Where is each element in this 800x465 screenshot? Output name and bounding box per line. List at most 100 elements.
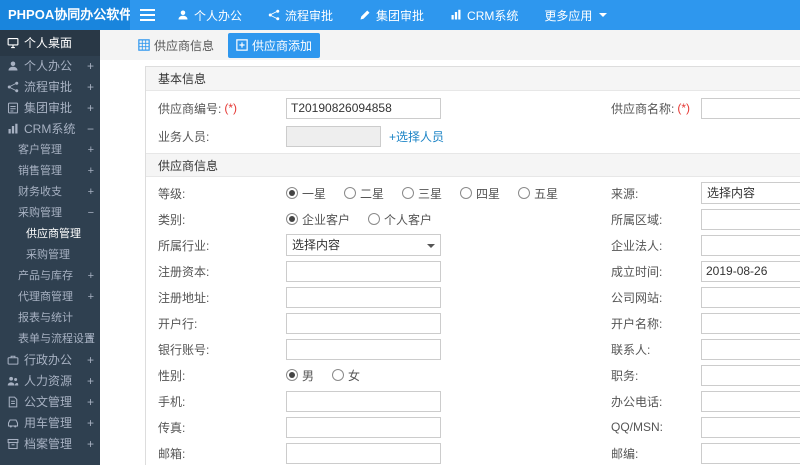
sidebar: 个人桌面 个人办公 + 流程审批 + 集团审批 + CRM系统 − 客户管理 +… bbox=[0, 30, 100, 465]
gender-option-male[interactable]: 男 bbox=[286, 367, 314, 384]
field-label: 注册资本: bbox=[158, 264, 210, 279]
choose-person-link[interactable]: +选择人员 bbox=[389, 128, 444, 145]
supplier-add-form: 基本信息 供应商编号: (*) 供应商名称: (*) 业务人员: bbox=[145, 66, 800, 465]
tab-supplier-add[interactable]: 供应商添加 bbox=[228, 32, 321, 58]
bank-account-input[interactable] bbox=[286, 338, 441, 360]
sidebar-item-finance[interactable]: 财务收支 + bbox=[0, 182, 100, 203]
reg-address-input[interactable] bbox=[286, 286, 441, 308]
expand-toggle[interactable]: + bbox=[88, 287, 94, 308]
approve-icon bbox=[7, 102, 19, 114]
expand-toggle[interactable]: + bbox=[88, 140, 94, 161]
form-row: 所属行业: 选择内容 企业法人: bbox=[146, 232, 800, 258]
sidebar-item-agent-mgmt[interactable]: 代理商管理 + bbox=[0, 287, 100, 308]
sidebar-item-label: 报表与统计 bbox=[18, 312, 73, 324]
sidebar-item-archives[interactable]: 档案管理 + bbox=[0, 434, 100, 455]
office-phone-input[interactable] bbox=[701, 390, 800, 412]
nav-more-apps[interactable]: 更多应用 bbox=[531, 0, 620, 30]
sidebar-item-label: 流程审批 bbox=[24, 80, 73, 94]
field-label: 所属区域: bbox=[611, 212, 663, 227]
field-label: 所属行业: bbox=[158, 238, 210, 253]
sidebar-item-label: 集团审批 bbox=[24, 101, 73, 115]
sidebar-item-label: 销售管理 bbox=[18, 165, 62, 177]
staff-input[interactable] bbox=[286, 125, 381, 147]
sidebar-item-label: 采购管理 bbox=[26, 249, 70, 261]
sidebar-item-documents[interactable]: 公文管理 + bbox=[0, 392, 100, 413]
form-row: 性别: 男 女 职务: bbox=[146, 362, 800, 388]
expand-toggle[interactable]: + bbox=[88, 329, 94, 350]
nav-crm-system[interactable]: CRM系统 bbox=[437, 0, 531, 30]
form-row: 手机: 办公电话: bbox=[146, 388, 800, 414]
mobile-input[interactable] bbox=[286, 390, 441, 412]
sidebar-item-sales-mgmt[interactable]: 销售管理 + bbox=[0, 161, 100, 182]
sidebar-item-customer-mgmt[interactable]: 客户管理 + bbox=[0, 140, 100, 161]
sidebar-item-label: CRM系统 bbox=[24, 122, 76, 136]
radio-icon bbox=[286, 187, 298, 199]
level-option-4star[interactable]: 四星 bbox=[460, 185, 500, 202]
level-option-2star[interactable]: 二星 bbox=[344, 185, 384, 202]
nav-group-approval[interactable]: 集团审批 bbox=[346, 0, 437, 30]
email-input[interactable] bbox=[286, 442, 441, 464]
expand-toggle[interactable]: + bbox=[87, 413, 94, 434]
sidebar-item-desktop[interactable]: 个人桌面 bbox=[0, 30, 100, 56]
source-select[interactable]: 选择内容 bbox=[701, 182, 800, 204]
expand-toggle[interactable]: + bbox=[88, 266, 94, 287]
category-option-personal[interactable]: 个人客户 bbox=[368, 211, 432, 228]
zip-input[interactable] bbox=[701, 442, 800, 464]
sidebar-item-group-approval[interactable]: 集团审批 + bbox=[0, 98, 100, 119]
top-nav: 个人办公 流程审批 集团审批 CRM系统 更多应用 bbox=[164, 0, 620, 30]
legal-person-input[interactable] bbox=[701, 234, 800, 256]
reg-capital-input[interactable] bbox=[286, 260, 441, 282]
industry-select[interactable]: 选择内容 bbox=[286, 234, 441, 256]
nav-process-approval[interactable]: 流程审批 bbox=[255, 0, 346, 30]
field-label: 手机: bbox=[158, 394, 186, 409]
job-title-input[interactable] bbox=[701, 364, 800, 386]
expand-toggle[interactable]: + bbox=[87, 77, 94, 98]
expand-toggle[interactable]: + bbox=[87, 98, 94, 119]
collapse-toggle[interactable]: − bbox=[88, 203, 94, 224]
sidebar-item-crm-system[interactable]: CRM系统 − bbox=[0, 119, 100, 140]
founded-date-input[interactable] bbox=[701, 260, 800, 282]
sidebar-item-personal-office[interactable]: 个人办公 + bbox=[0, 56, 100, 77]
sidebar-item-supplier-mgmt[interactable]: 供应商管理 bbox=[0, 224, 100, 245]
level-option-5star[interactable]: 五星 bbox=[518, 185, 558, 202]
sidebar-item-label: 表单与流程设置 bbox=[18, 333, 95, 345]
level-option-3star[interactable]: 三星 bbox=[402, 185, 442, 202]
category-option-enterprise[interactable]: 企业客户 bbox=[286, 211, 350, 228]
expand-toggle[interactable]: + bbox=[87, 350, 94, 371]
gender-option-female[interactable]: 女 bbox=[332, 367, 360, 384]
sidebar-item-purchasing[interactable]: 采购管理 bbox=[0, 245, 100, 266]
main-content: 供应商信息 供应商添加 基本信息 供应商编号: (*) 供应商名称: (*) bbox=[100, 30, 800, 465]
fax-input[interactable] bbox=[286, 416, 441, 438]
sidebar-item-process-approval[interactable]: 流程审批 + bbox=[0, 77, 100, 98]
menu-toggle-icon[interactable] bbox=[130, 0, 164, 30]
collapse-toggle[interactable]: − bbox=[87, 119, 94, 140]
nav-personal-office[interactable]: 个人办公 bbox=[164, 0, 255, 30]
contact-input[interactable] bbox=[701, 338, 800, 360]
sidebar-item-product-inventory[interactable]: 产品与库存 + bbox=[0, 266, 100, 287]
expand-toggle[interactable]: + bbox=[87, 56, 94, 77]
expand-toggle[interactable]: + bbox=[88, 182, 94, 203]
sidebar-item-reports[interactable]: 报表与统计 bbox=[0, 308, 100, 329]
expand-toggle[interactable]: + bbox=[88, 161, 94, 182]
bank-input[interactable] bbox=[286, 312, 441, 334]
sidebar-item-vehicle-mgmt[interactable]: 用车管理 + bbox=[0, 413, 100, 434]
desktop-icon bbox=[7, 37, 19, 49]
tab-supplier-info[interactable]: 供应商信息 bbox=[130, 33, 222, 58]
supplier-name-input[interactable] bbox=[701, 97, 800, 119]
sidebar-item-hr[interactable]: 人力资源 + bbox=[0, 371, 100, 392]
expand-toggle[interactable]: + bbox=[87, 371, 94, 392]
qq-msn-input[interactable] bbox=[701, 416, 800, 438]
region-input[interactable] bbox=[701, 208, 800, 230]
section-supplier-info: 供应商信息 bbox=[146, 153, 800, 177]
level-option-1star[interactable]: 一星 bbox=[286, 185, 326, 202]
sidebar-item-form-flow-settings[interactable]: 表单与流程设置 + bbox=[0, 329, 100, 350]
account-name-input[interactable] bbox=[701, 312, 800, 334]
nav-label: 更多应用 bbox=[544, 8, 593, 23]
sidebar-item-admin-office[interactable]: 行政办公 + bbox=[0, 350, 100, 371]
supplier-no-input[interactable] bbox=[286, 97, 441, 119]
sidebar-item-purchase-mgmt[interactable]: 采购管理 − bbox=[0, 203, 100, 224]
expand-toggle[interactable]: + bbox=[87, 392, 94, 413]
sidebar-item-label: 采购管理 bbox=[18, 207, 62, 219]
expand-toggle[interactable]: + bbox=[87, 434, 94, 455]
website-input[interactable] bbox=[701, 286, 800, 308]
